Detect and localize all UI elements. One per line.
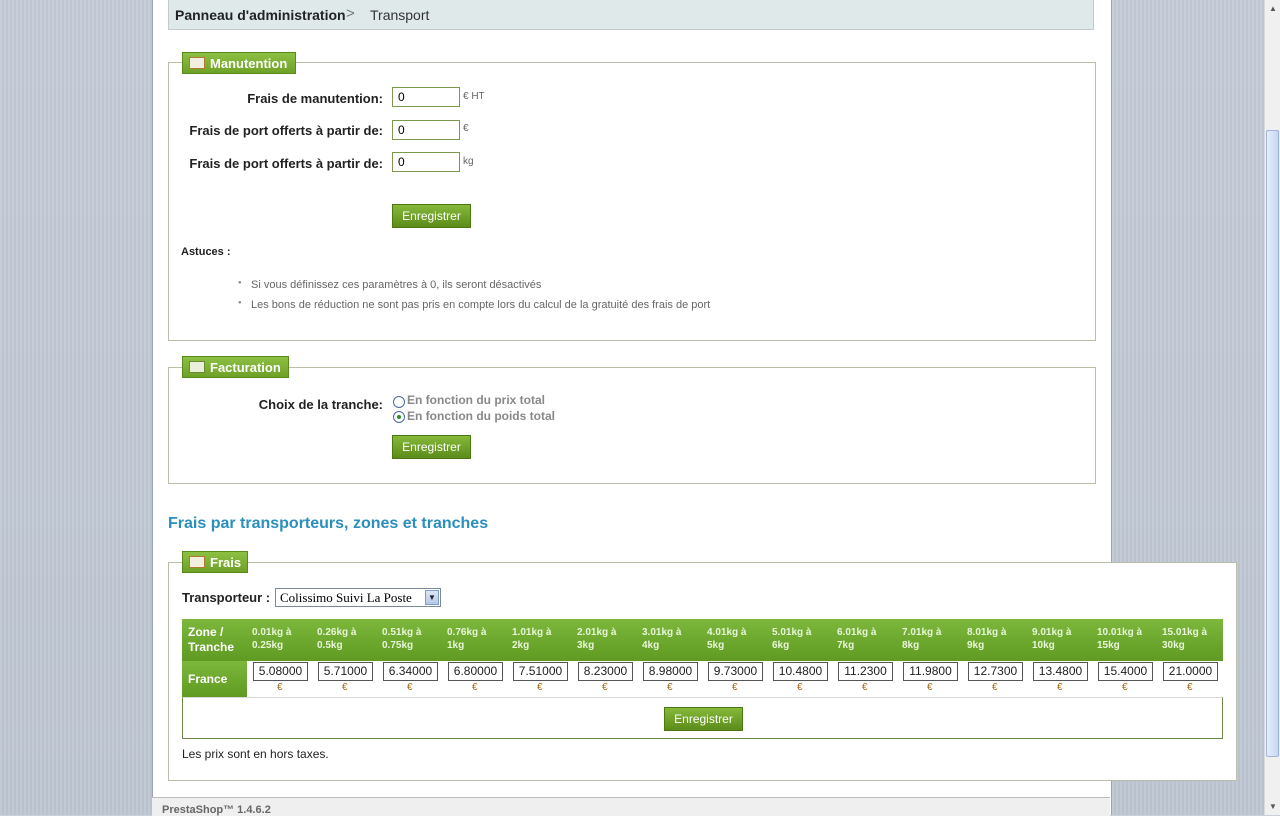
euro-currency-label: € (472, 682, 478, 693)
price-input[interactable]: 5.71000 (318, 662, 373, 681)
scrollbar-thumb[interactable] (1266, 130, 1279, 757)
free-shipping-weight-input[interactable]: 0 (392, 152, 460, 172)
carrier-select-value: Colissimo Suivi La Poste (280, 590, 412, 605)
radio-total-weight-label[interactable]: En fonction du poids total (407, 409, 555, 423)
euro-currency-label: € (1057, 682, 1063, 693)
handling-fee-unit: € HT (463, 91, 485, 102)
euro-currency-label: € (797, 682, 803, 693)
euro-currency-label: € (407, 682, 413, 693)
radio-total-weight[interactable] (393, 411, 405, 423)
tips-title: Astuces : (181, 246, 231, 258)
handling-fee-label: Frais de manutention: (247, 91, 383, 106)
breadcrumb-root[interactable]: Panneau d'administration (175, 7, 346, 23)
vertical-scrollbar[interactable]: ▲ ▼ (1264, 0, 1280, 815)
section-title: Frais par transporteurs, zones et tranch… (168, 515, 489, 532)
range-header: 6.01kg à 7kg (837, 627, 877, 651)
range-header: 3.01kg à 4kg (642, 627, 682, 651)
price-input[interactable]: 21.0000 (1163, 662, 1218, 681)
carrier-label: Transporteur : (182, 590, 271, 605)
range-header: 15.01kg à 30kg (1162, 627, 1208, 651)
price-input[interactable]: 8.98000 (643, 662, 698, 681)
euro-currency-label: € (992, 682, 998, 693)
euro-currency-label: € (732, 682, 738, 693)
range-header: 9.01kg à 10kg (1032, 627, 1072, 651)
range-header: 0.76kg à 1kg (447, 627, 487, 651)
billing-choice-label: Choix de la tranche: (258, 397, 383, 412)
euro-currency-label: € (1122, 682, 1128, 693)
zone-range-header: Zone / Tranche (188, 625, 235, 654)
range-header: 0.01kg à 0.25kg (252, 627, 292, 651)
free-shipping-weight-unit: kg (463, 156, 474, 167)
price-input[interactable]: 13.4800 (1033, 662, 1088, 681)
euro-currency-label: € (277, 682, 283, 693)
handling-legend-text: Manutention (210, 56, 288, 71)
price-input[interactable]: 11.2300 (838, 662, 893, 681)
handling-save-button[interactable]: Enregistrer (392, 204, 471, 228)
billing-legend: Facturation (182, 356, 289, 378)
truck-icon (189, 556, 205, 568)
free-shipping-price-unit: € (463, 123, 469, 134)
euro-currency-label: € (667, 682, 673, 693)
range-header: 1.01kg à 2kg (512, 627, 552, 651)
free-shipping-price-label: Frais de port offerts à partir de: (189, 123, 383, 138)
price-input[interactable]: 15.4000 (1098, 662, 1153, 681)
billing-save-button[interactable]: Enregistrer (392, 435, 471, 459)
euro-currency-label: € (1187, 682, 1193, 693)
fees-save-button[interactable]: Enregistrer (664, 707, 743, 731)
chevron-right-icon: > (346, 5, 355, 22)
euro-currency-label: € (927, 682, 933, 693)
handling-legend: Manutention (182, 52, 296, 74)
price-input[interactable]: 11.9800 (903, 662, 958, 681)
range-header: 4.01kg à 5kg (707, 627, 747, 651)
euro-currency-label: € (602, 682, 608, 693)
chevron-down-icon[interactable]: ▼ (425, 590, 439, 605)
zone-france-cell: France (182, 661, 247, 697)
truck-icon (189, 57, 205, 69)
billing-fieldset (168, 367, 1096, 484)
euro-currency-label: € (537, 682, 543, 693)
radio-total-price[interactable] (393, 396, 405, 408)
billing-legend-text: Facturation (210, 360, 281, 375)
scroll-down-icon[interactable]: ▼ (1265, 798, 1280, 815)
range-header: 5.01kg à 6kg (772, 627, 812, 651)
free-shipping-weight-label: Frais de port offerts à partir de: (189, 156, 383, 171)
fees-legend: Frais (182, 551, 248, 573)
breadcrumb-current: Transport (370, 7, 430, 23)
scroll-up-icon[interactable]: ▲ (1265, 0, 1280, 17)
range-header: 8.01kg à 9kg (967, 627, 1007, 651)
price-input[interactable]: 6.80000 (448, 662, 503, 681)
euro-currency-label: € (862, 682, 868, 693)
fees-legend-text: Frais (210, 555, 242, 570)
tip-item: Si vous définissez ces paramètres à 0, i… (238, 279, 541, 291)
handling-fee-input[interactable]: 0 (392, 87, 460, 107)
carrier-select[interactable]: Colissimo Suivi La Poste ▼ (275, 588, 441, 607)
range-header: 7.01kg à 8kg (902, 627, 942, 651)
price-input[interactable]: 6.34000 (383, 662, 438, 681)
range-header: 0.26kg à 0.5kg (317, 627, 357, 651)
range-header: 10.01kg à 15kg (1097, 627, 1143, 651)
footer-text: PrestaShop™ 1.4.6.2 (162, 804, 271, 816)
euro-currency-label: € (342, 682, 348, 693)
price-input[interactable]: 5.08000 (253, 662, 308, 681)
range-header: 2.01kg à 3kg (577, 627, 617, 651)
tax-note: Les prix sont en hors taxes. (182, 747, 329, 761)
tip-item: Les bons de réduction ne sont pas pris e… (238, 299, 710, 311)
price-input[interactable]: 10.4800 (773, 662, 828, 681)
radio-total-price-label[interactable]: En fonction du prix total (407, 393, 545, 407)
range-header: 0.51kg à 0.75kg (382, 627, 422, 651)
footer: PrestaShop™ 1.4.6.2 (152, 797, 1110, 816)
price-input[interactable]: 8.23000 (578, 662, 633, 681)
free-shipping-price-input[interactable]: 0 (392, 120, 460, 140)
breadcrumb: Panneau d'administration > Transport (168, 0, 1094, 30)
price-input[interactable]: 9.73000 (708, 662, 763, 681)
price-input[interactable]: 7.51000 (513, 662, 568, 681)
price-input[interactable]: 12.7300 (968, 662, 1023, 681)
invoice-icon (189, 361, 205, 373)
